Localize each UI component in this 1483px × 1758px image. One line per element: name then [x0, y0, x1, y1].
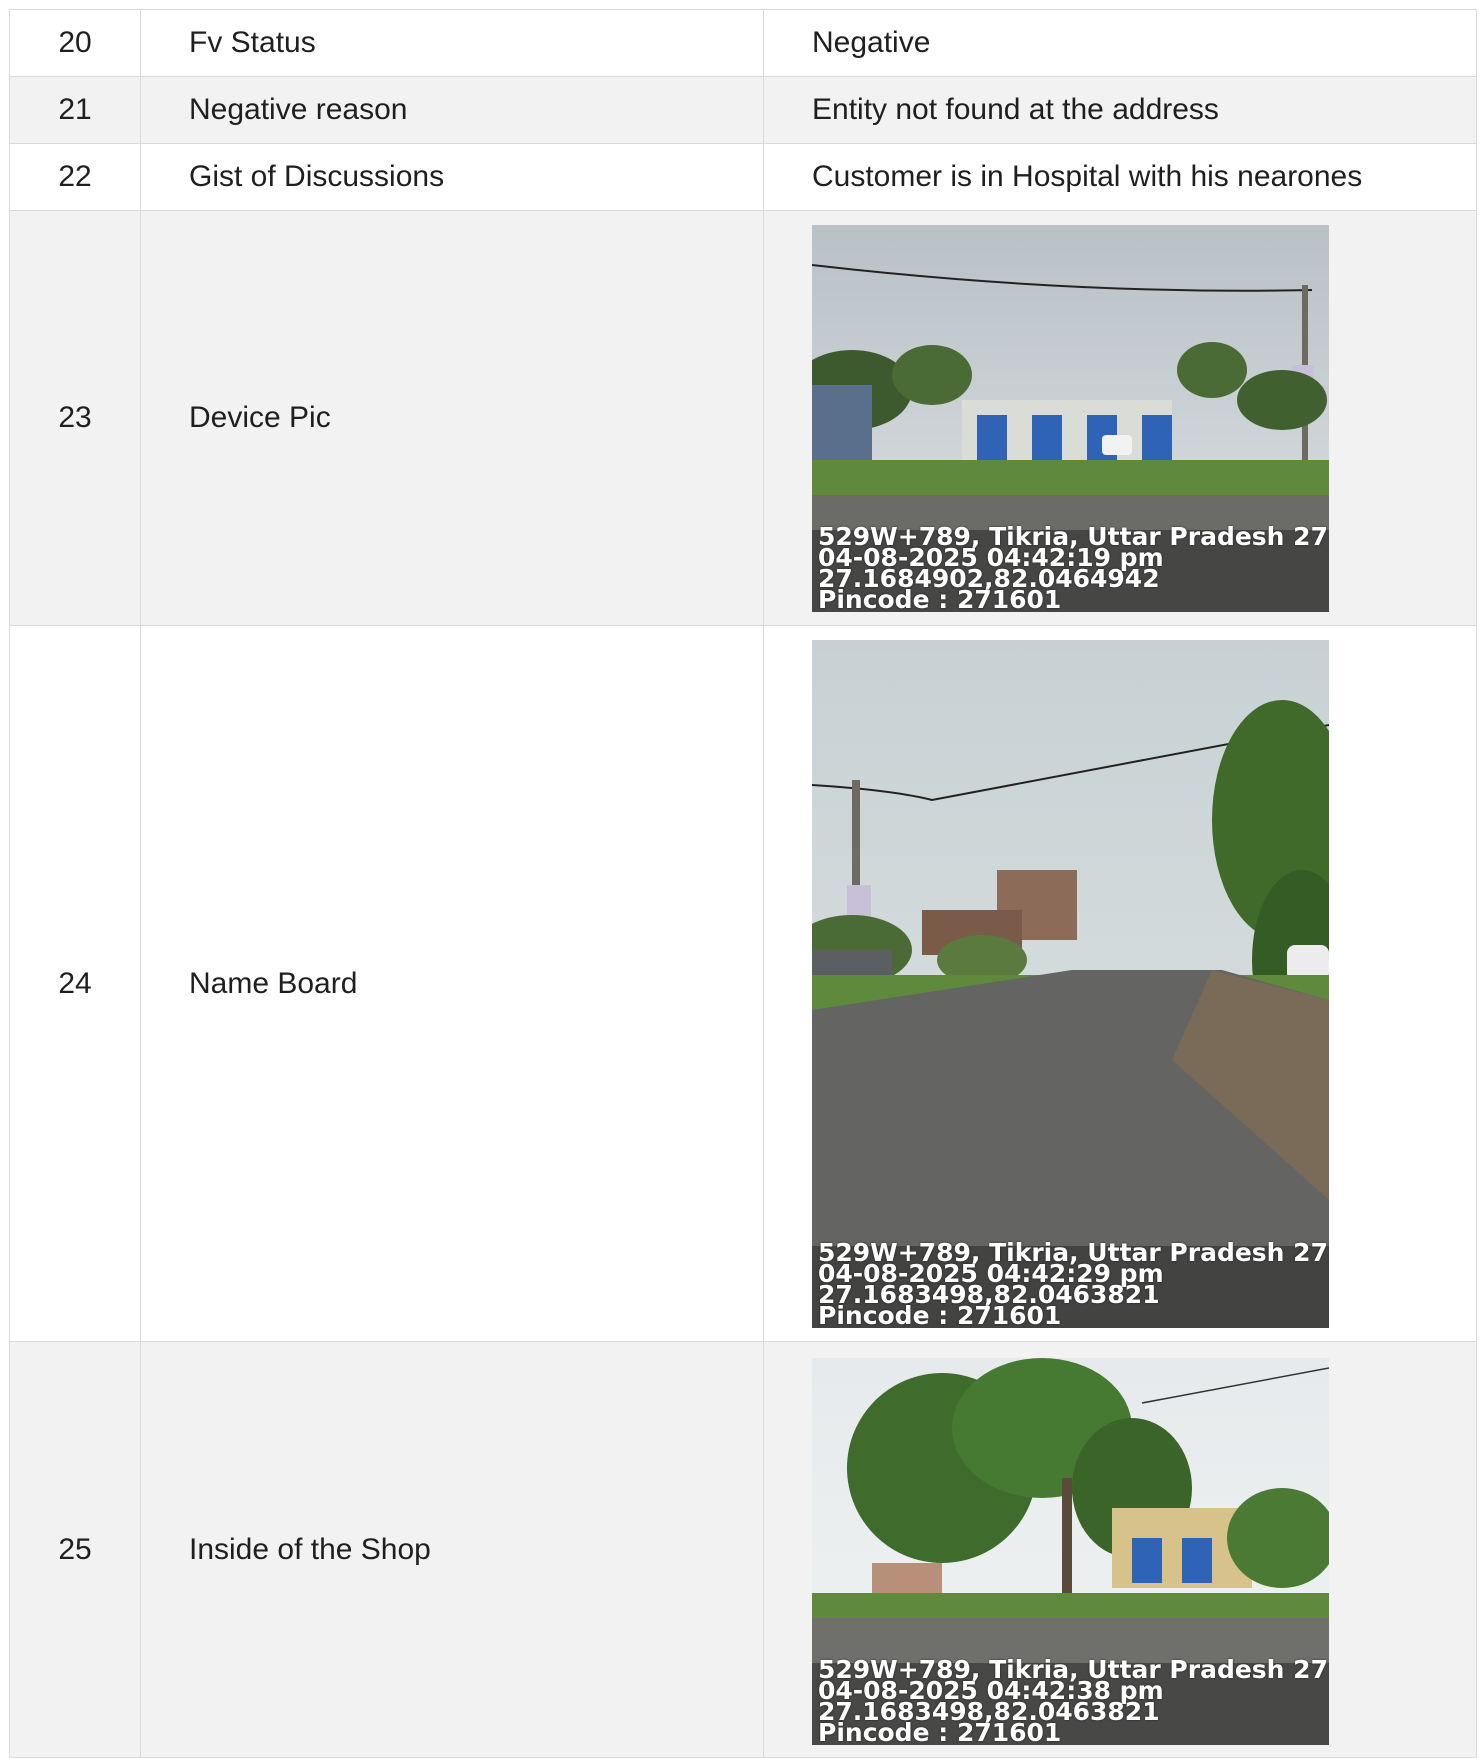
device-photo: 529W+789, Tikria, Uttar Pradesh 271601, …: [812, 224, 1329, 612]
row-value: Negative: [764, 10, 1477, 76]
row-label: Inside of the Shop: [141, 1342, 764, 1757]
row-label: Fv Status: [141, 10, 764, 76]
row-label: Name Board: [141, 626, 764, 1341]
table-row: 20 Fv Status Negative: [10, 10, 1477, 77]
table-row: 22 Gist of Discussions Customer is in Ho…: [10, 144, 1477, 211]
row-number: 24: [10, 626, 141, 1341]
table-row: 25 Inside of the Shop 529W+789, Tikria, …: [10, 1342, 1477, 1758]
row-label: Device Pic: [141, 211, 764, 625]
row-value: Entity not found at the address: [764, 77, 1477, 143]
row-number: 20: [10, 10, 141, 76]
geotag-stamp: 529W+789, Tikria, Uttar Pradesh 271601, …: [818, 1657, 1329, 1745]
field-verification-table: 20 Fv Status Negative 21 Negative reason…: [9, 9, 1477, 1758]
table-row: 21 Negative reason Entity not found at t…: [10, 77, 1477, 144]
geotag-stamp: 529W+789, Tikria, Uttar Pradesh 271601, …: [818, 524, 1329, 612]
row-value: 529W+789, Tikria, Uttar Pradesh 271601, …: [764, 626, 1477, 1341]
row-number: 25: [10, 1342, 141, 1757]
name-board-photo-scene: [812, 639, 1329, 1328]
inside-shop-photo: 529W+789, Tikria, Uttar Pradesh 271601, …: [812, 1358, 1329, 1745]
row-label: Negative reason: [141, 77, 764, 143]
row-label: Gist of Discussions: [141, 144, 764, 210]
row-number: 22: [10, 144, 141, 210]
geotag-stamp: 529W+789, Tikria, Uttar Pradesh 271601, …: [818, 1240, 1329, 1328]
name-board-photo: 529W+789, Tikria, Uttar Pradesh 271601, …: [812, 639, 1329, 1328]
row-value: 529W+789, Tikria, Uttar Pradesh 271601, …: [764, 211, 1477, 625]
row-number: 23: [10, 211, 141, 625]
row-value: 529W+789, Tikria, Uttar Pradesh 271601, …: [764, 1342, 1477, 1757]
row-number: 21: [10, 77, 141, 143]
table-row: 24 Name Board 529W+789, Tikria, Uttar Pr…: [10, 626, 1477, 1342]
table-row: 23 Device Pic 529W+789, Tikria, Uttar Pr…: [10, 211, 1477, 626]
row-value: Customer is in Hospital with his nearone…: [764, 144, 1477, 210]
